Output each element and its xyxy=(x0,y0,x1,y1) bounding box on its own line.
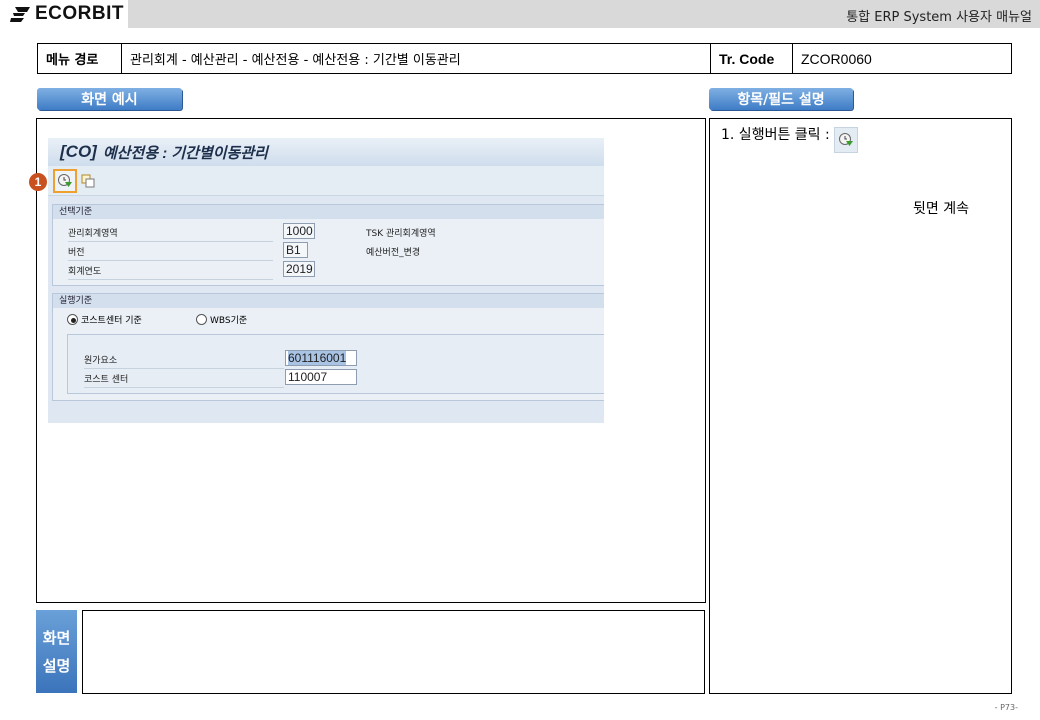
field-row-controlling-area: 관리회계영역 1000 TSK 관리회계영역 xyxy=(53,222,604,242)
ecorbit-logo-icon xyxy=(10,7,30,22)
trcode-label: Tr. Code xyxy=(711,44,793,73)
radio-wbs[interactable]: WBS기준 xyxy=(196,313,247,326)
execution-criteria-group: 실행기준 코스트센터 기준 WBS기준 원가요소 601116001 코스트 센… xyxy=(52,293,604,401)
field-description-heading: 항목/필드 설명 xyxy=(709,88,853,110)
field-row-cost-center: 코스트 센터 110007 xyxy=(68,368,604,388)
cost-element-value: 601116001 xyxy=(288,351,347,365)
execute-button[interactable] xyxy=(53,169,77,193)
screen-description-box xyxy=(82,610,705,694)
document-title: 통합 ERP System 사용자 매뉴얼 xyxy=(846,10,1032,25)
top-bar: ECORBIT 통합 ERP System 사용자 매뉴얼 xyxy=(0,0,1040,28)
step-1: 1. 실행버튼 클릭 : xyxy=(721,124,858,153)
menu-path-label: 메뉴 경로 xyxy=(38,44,122,73)
sap-title-text: 예산전용 : 기간별이동관리 xyxy=(102,144,268,162)
radio-cost-center[interactable]: 코스트센터 기준 xyxy=(67,313,142,326)
execution-criteria-header: 실행기준 xyxy=(53,294,604,308)
menu-path-table: 메뉴 경로 관리회계 - 예산관리 - 예산전용 - 예산전용 : 기간별 이동… xyxy=(37,43,1012,74)
field-description-panel: 1. 실행버튼 클릭 : 뒷면 계속 xyxy=(709,118,1012,694)
field-row-cost-element: 원가요소 601116001 xyxy=(68,349,604,369)
title-band: 통합 ERP System 사용자 매뉴얼 xyxy=(128,0,1040,28)
controlling-area-input[interactable]: 1000 xyxy=(283,223,315,239)
field-label: 코스트 센터 xyxy=(84,372,284,388)
version-input[interactable]: B1 xyxy=(283,242,308,258)
field-description: 예산버전_변경 xyxy=(366,248,421,258)
field-row-version: 버전 B1 예산버전_변경 xyxy=(53,241,604,261)
field-row-fiscal-year: 회계연도 2019 xyxy=(53,260,604,280)
trcode-value: ZCOR0060 xyxy=(801,50,872,67)
field-description: TSK 관리회계영역 xyxy=(366,229,436,239)
step-text: 1. 실행버튼 클릭 : xyxy=(721,127,830,143)
radio-selected-icon xyxy=(67,314,78,325)
label-line: 화면 xyxy=(42,628,71,647)
criteria-radio-row: 코스트센터 기준 WBS기준 xyxy=(53,308,604,330)
execute-icon xyxy=(58,174,72,187)
continued-note: 뒷면 계속 xyxy=(913,201,969,217)
radio-label: 코스트센터 기준 xyxy=(81,316,142,326)
menu-path-value: 관리회계 - 예산관리 - 예산전용 - 예산전용 : 기간별 이동관리 xyxy=(122,44,711,73)
execution-fields-box: 원가요소 601116001 코스트 센터 110007 xyxy=(67,334,604,394)
step-badge: 1 xyxy=(29,173,47,191)
screen-example-heading: 화면 예시 xyxy=(37,88,182,110)
cost-element-input[interactable]: 601116001 xyxy=(285,350,357,366)
radio-unselected-icon xyxy=(196,314,207,325)
sap-toolbar xyxy=(48,166,604,196)
screen-description-label: 화면 설명 xyxy=(36,610,77,693)
field-label: 원가요소 xyxy=(84,353,284,369)
field-label: 회계연도 xyxy=(68,264,273,280)
field-label: 버전 xyxy=(68,245,273,261)
logo: ECORBIT xyxy=(0,0,128,28)
sap-title-prefix: [CO] xyxy=(60,142,97,161)
variant-icon[interactable] xyxy=(81,174,95,188)
cost-center-input[interactable]: 110007 xyxy=(285,369,357,385)
field-label: 관리회계영역 xyxy=(68,226,273,242)
execute-icon xyxy=(833,127,858,153)
radio-label: WBS기준 xyxy=(210,316,248,326)
logo-text: ECORBIT xyxy=(35,3,124,24)
label-line: 설명 xyxy=(42,656,71,675)
page-number: - P73- xyxy=(994,703,1018,712)
sap-title: [CO] 예산전용 : 기간별이동관리 xyxy=(48,138,604,166)
selection-criteria-group: 선택기준 관리회계영역 1000 TSK 관리회계영역 버전 B1 예산버전_변… xyxy=(52,204,604,286)
fiscal-year-input[interactable]: 2019 xyxy=(283,261,315,277)
sap-screen: [CO] 예산전용 : 기간별이동관리 선택기준 관리회계영역 1000 TSK… xyxy=(48,138,604,423)
selection-criteria-header: 선택기준 xyxy=(53,205,604,219)
screen-example-panel: [CO] 예산전용 : 기간별이동관리 선택기준 관리회계영역 1000 TSK… xyxy=(36,118,706,603)
